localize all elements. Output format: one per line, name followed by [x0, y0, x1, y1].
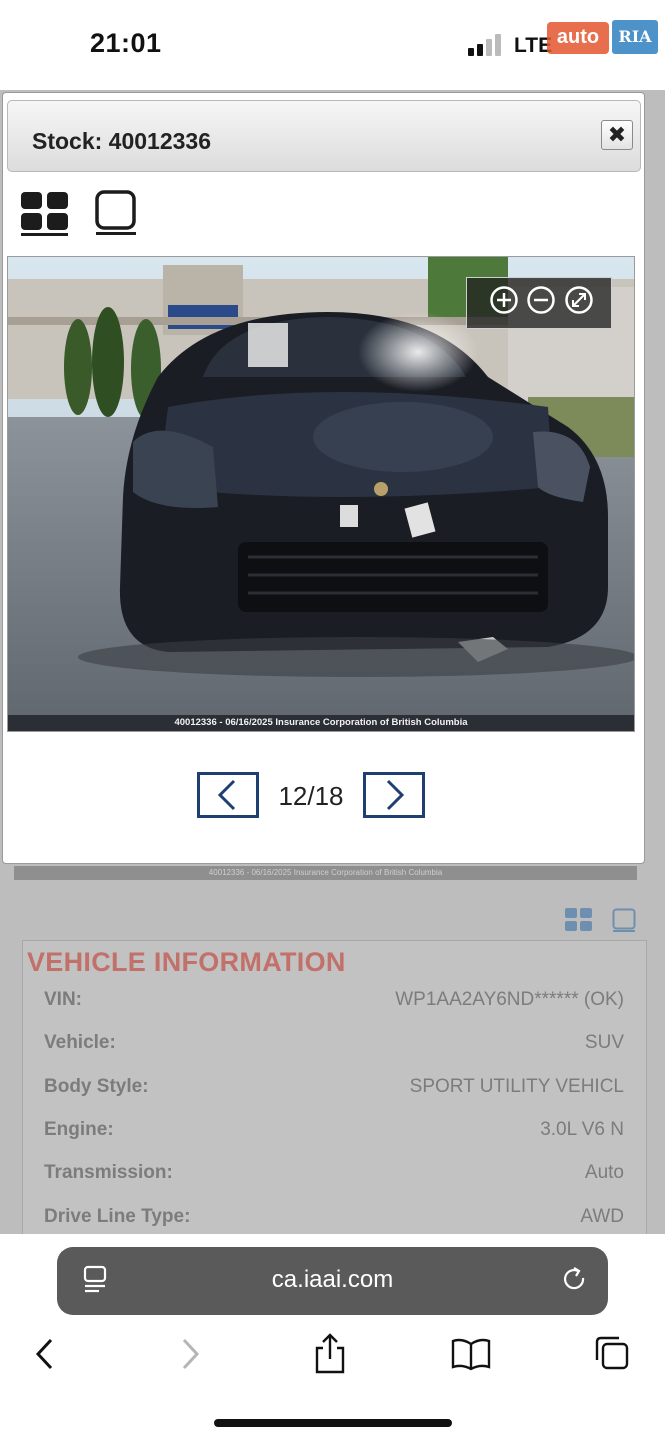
info-row-transmission: Transmission: Auto [44, 1162, 624, 1192]
single-view-icon[interactable] [95, 190, 137, 236]
status-bar: 21:01 LTE auto RIA [0, 0, 665, 90]
tabs-icon[interactable] [593, 1334, 631, 1372]
single-view-icon[interactable] [612, 908, 636, 932]
reload-icon[interactable] [561, 1266, 589, 1294]
page-menu-icon[interactable] [82, 1265, 110, 1295]
close-button[interactable]: ✖ [601, 120, 633, 150]
info-row-vin: VIN: WP1AA2AY6ND****** (OK) [44, 989, 624, 1019]
vehicle-info-title: VEHICLE INFORMATION [27, 947, 346, 977]
modal-title: Stock: 40012336 [32, 128, 212, 154]
bookmarks-icon[interactable] [450, 1336, 492, 1372]
info-row-engine: Engine: 3.0L V6 N [44, 1119, 624, 1149]
info-label: Drive Line Type: [44, 1206, 191, 1227]
info-label: Vehicle: [44, 1032, 116, 1053]
zoom-in-icon[interactable] [489, 285, 519, 315]
zoom-out-icon[interactable] [526, 285, 556, 315]
back-icon[interactable] [30, 1336, 60, 1372]
info-value: WP1AA2AY6ND****** (OK) [395, 989, 624, 1010]
info-label: Transmission: [44, 1162, 173, 1183]
grid-view-icon[interactable] [21, 190, 69, 236]
previous-photo-button[interactable] [197, 772, 259, 818]
cellular-signal-icon [468, 34, 501, 56]
info-value: Auto [584, 1162, 624, 1183]
info-value: 3.0L V6 N [540, 1119, 624, 1140]
info-label: Engine: [44, 1119, 114, 1140]
photo-counter: 12/18 [278, 781, 344, 811]
info-row-drive-line: Drive Line Type: AWD [44, 1206, 624, 1236]
next-photo-button[interactable] [363, 772, 425, 818]
info-value: AWD [580, 1206, 624, 1227]
info-row-vehicle: Vehicle: SUV [44, 1032, 624, 1062]
background-photo-caption: 40012336 - 06/16/2025 Insurance Corporat… [14, 866, 637, 880]
home-indicator [214, 1419, 452, 1427]
info-label: VIN: [44, 989, 82, 1010]
clock-time: 21:01 [90, 28, 162, 58]
photo-caption: 40012336 - 06/16/2025 Insurance Corporat… [174, 717, 468, 728]
url-text[interactable]: ca.iaai.com [200, 1266, 465, 1294]
chevron-left-icon [217, 779, 236, 811]
grid-view-icon[interactable] [565, 908, 592, 932]
forward-icon[interactable] [175, 1336, 205, 1372]
share-icon[interactable] [313, 1332, 347, 1374]
info-row-body-style: Body Style: SPORT UTILITY VEHICL [44, 1076, 624, 1106]
info-value: SUV [584, 1032, 624, 1053]
info-label: Body Style: [44, 1076, 149, 1097]
watermark-logo-right: RIA [612, 20, 658, 54]
reset-zoom-icon[interactable] [564, 285, 594, 315]
watermark-logo-left: auto [547, 22, 609, 54]
info-value: SPORT UTILITY VEHICL [409, 1076, 624, 1097]
chevron-right-icon [386, 779, 405, 811]
